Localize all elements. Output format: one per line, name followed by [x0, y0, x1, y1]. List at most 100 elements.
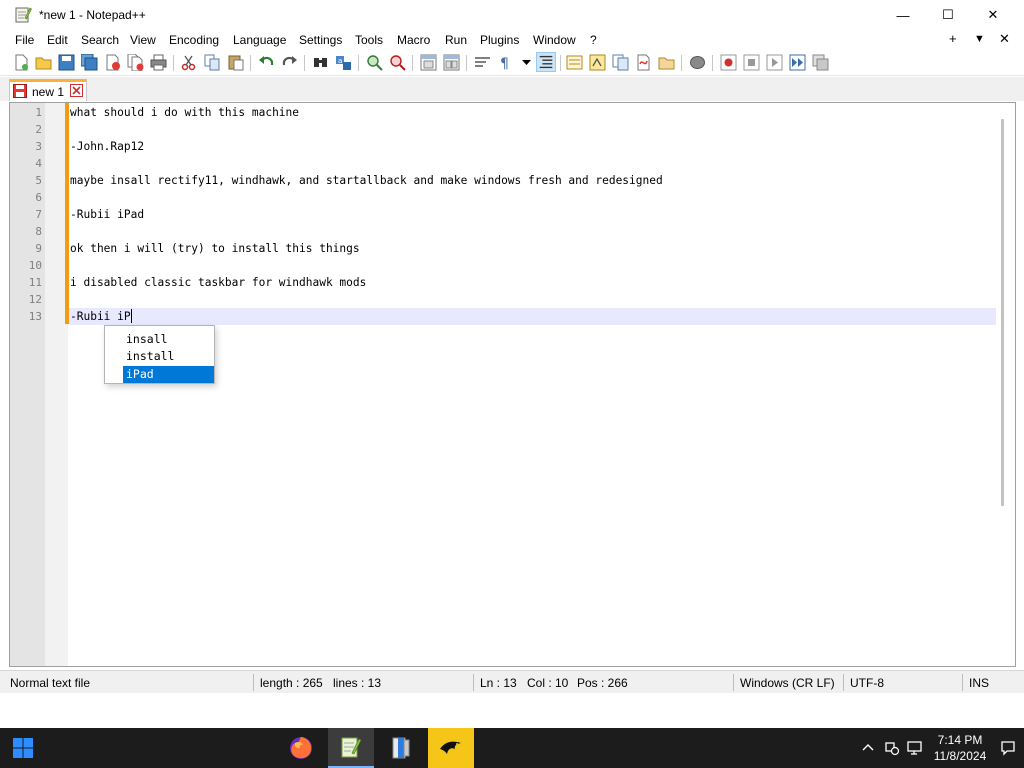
start-button[interactable]	[0, 728, 46, 768]
cut-icon[interactable]	[180, 54, 197, 71]
play-macro-icon[interactable]	[766, 54, 783, 71]
autocomplete-item-selected[interactable]: iPad	[123, 366, 214, 383]
monitoring-icon[interactable]	[635, 54, 652, 71]
code-line[interactable]	[69, 291, 70, 308]
notepadpp-window: *new 1 - Notepad++ — ☐ ✕ File Edit Searc…	[0, 0, 1024, 728]
zoom-out-icon[interactable]	[389, 54, 406, 71]
function-list-icon[interactable]	[566, 54, 583, 71]
close-icon[interactable]	[104, 54, 121, 71]
dropdown-arrow-icon[interactable]	[518, 54, 535, 71]
code-line[interactable]	[69, 155, 70, 172]
status-eol[interactable]: Windows (CR LF)	[740, 676, 835, 690]
menu-search[interactable]: Search	[81, 33, 119, 47]
close-button[interactable]: ✕	[970, 0, 1016, 30]
new-tab-button[interactable]: +	[949, 31, 957, 46]
maximize-button[interactable]: ☐	[925, 0, 971, 30]
print-icon[interactable]	[150, 54, 167, 71]
autocomplete-popup: insall install iPad	[104, 325, 215, 384]
code-line[interactable]: -Rubii iPad	[69, 206, 144, 223]
menu-window[interactable]: Window	[533, 33, 576, 47]
stop-macro-icon[interactable]	[743, 54, 760, 71]
current-line-text: -Rubii iP	[70, 310, 131, 323]
indent-guide-icon[interactable]	[536, 52, 556, 72]
text-caret	[130, 309, 132, 323]
open-file-icon[interactable]	[35, 54, 52, 71]
save-all-icon[interactable]	[81, 54, 98, 71]
doc-list-icon[interactable]	[612, 54, 629, 71]
network-icon[interactable]	[882, 738, 902, 758]
show-all-chars-icon[interactable]: ¶	[497, 54, 514, 71]
line-number: 11	[28, 276, 42, 289]
record-button-round-icon[interactable]	[689, 54, 706, 71]
code-line[interactable]: -John.Rap12	[69, 138, 144, 155]
undo-icon[interactable]	[258, 54, 275, 71]
close-doc-button[interactable]: ✕	[999, 31, 1010, 47]
folder-workspace-icon[interactable]	[658, 54, 675, 71]
save-macro-icon[interactable]	[812, 54, 829, 71]
vertical-scrollbar[interactable]	[1001, 119, 1004, 506]
taskbar-firefox[interactable]	[278, 728, 324, 768]
menu-run[interactable]: Run	[445, 33, 467, 47]
menu-plugins[interactable]: Plugins	[480, 33, 519, 47]
zoom-in-icon[interactable]	[366, 54, 383, 71]
status-ln: Ln : 13	[480, 676, 517, 690]
status-length: length : 265	[260, 676, 323, 690]
sync-horizontal-icon[interactable]	[443, 54, 460, 71]
svg-text:a: a	[338, 57, 342, 65]
line-number: 6	[35, 191, 42, 204]
autocomplete-item[interactable]: install	[123, 348, 214, 365]
notification-icon[interactable]	[998, 738, 1018, 758]
menu-view[interactable]: View	[130, 33, 156, 47]
menu-settings[interactable]: Settings	[299, 33, 342, 47]
save-icon[interactable]	[58, 54, 75, 71]
code-line[interactable]: i disabled classic taskbar for windhawk …	[69, 274, 366, 291]
menu-bar: File Edit Search View Encoding Language …	[0, 30, 1024, 50]
redo-icon[interactable]	[281, 54, 298, 71]
sync-vertical-icon[interactable]	[420, 54, 437, 71]
menu-language[interactable]: Language	[233, 33, 286, 47]
menu-macro[interactable]: Macro	[397, 33, 430, 47]
taskbar-clock[interactable]: 7:14 PM 11/8/2024	[928, 732, 992, 764]
word-wrap-icon[interactable]	[474, 54, 491, 71]
paste-icon[interactable]	[227, 54, 244, 71]
line-number: 7	[35, 208, 42, 221]
autocomplete-item[interactable]: insall	[123, 331, 214, 348]
code-line[interactable]	[69, 223, 70, 240]
code-line[interactable]	[69, 257, 70, 274]
tab-close-icon[interactable]	[70, 84, 83, 97]
record-macro-icon[interactable]	[720, 54, 737, 71]
replace-icon[interactable]: a	[335, 54, 352, 71]
status-insert-mode[interactable]: INS	[969, 676, 989, 690]
code-line[interactable]	[69, 121, 70, 138]
file-explorer-icon	[392, 737, 410, 759]
code-line[interactable]	[69, 189, 70, 206]
minimize-button[interactable]: —	[880, 0, 926, 30]
code-line[interactable]: maybe insall rectify11, windhawk, and st…	[69, 172, 663, 189]
close-all-icon[interactable]	[127, 54, 144, 71]
windhawk-icon	[440, 741, 461, 754]
tab-list-button[interactable]: ▼	[974, 33, 985, 45]
display-icon[interactable]	[905, 738, 925, 758]
copy-icon[interactable]	[204, 54, 221, 71]
menu-file[interactable]: File	[15, 33, 34, 47]
taskbar-file-explorer[interactable]	[378, 728, 424, 768]
menu-encoding[interactable]: Encoding	[169, 33, 219, 47]
editor[interactable]: 1 2 3 4 5 6 7 8 9 10 11 12 13 what shoul…	[9, 102, 1016, 667]
tab-new-1[interactable]: new 1	[9, 79, 87, 101]
menu-tools[interactable]: Tools	[355, 33, 383, 47]
taskbar-notepad-plus-plus[interactable]	[328, 728, 374, 768]
code-line[interactable]: what should i do with this machine	[69, 104, 299, 121]
run-macro-multiple-icon[interactable]	[789, 54, 806, 71]
find-icon[interactable]	[312, 54, 329, 71]
status-encoding[interactable]: UTF-8	[850, 676, 884, 690]
show-hidden-icons-icon[interactable]	[858, 738, 878, 758]
code-line-current[interactable]: -Rubii iP	[69, 308, 132, 325]
title-bar[interactable]: *new 1 - Notepad++ — ☐ ✕	[0, 0, 1024, 30]
code-line[interactable]: ok then i will (try) to install this thi…	[69, 240, 360, 257]
toolbar-separator	[560, 55, 561, 71]
new-file-icon[interactable]	[13, 54, 30, 71]
doc-map-icon[interactable]	[589, 54, 606, 71]
menu-edit[interactable]: Edit	[47, 33, 68, 47]
taskbar-windhawk[interactable]	[428, 728, 474, 768]
menu-help[interactable]: ?	[590, 33, 597, 47]
